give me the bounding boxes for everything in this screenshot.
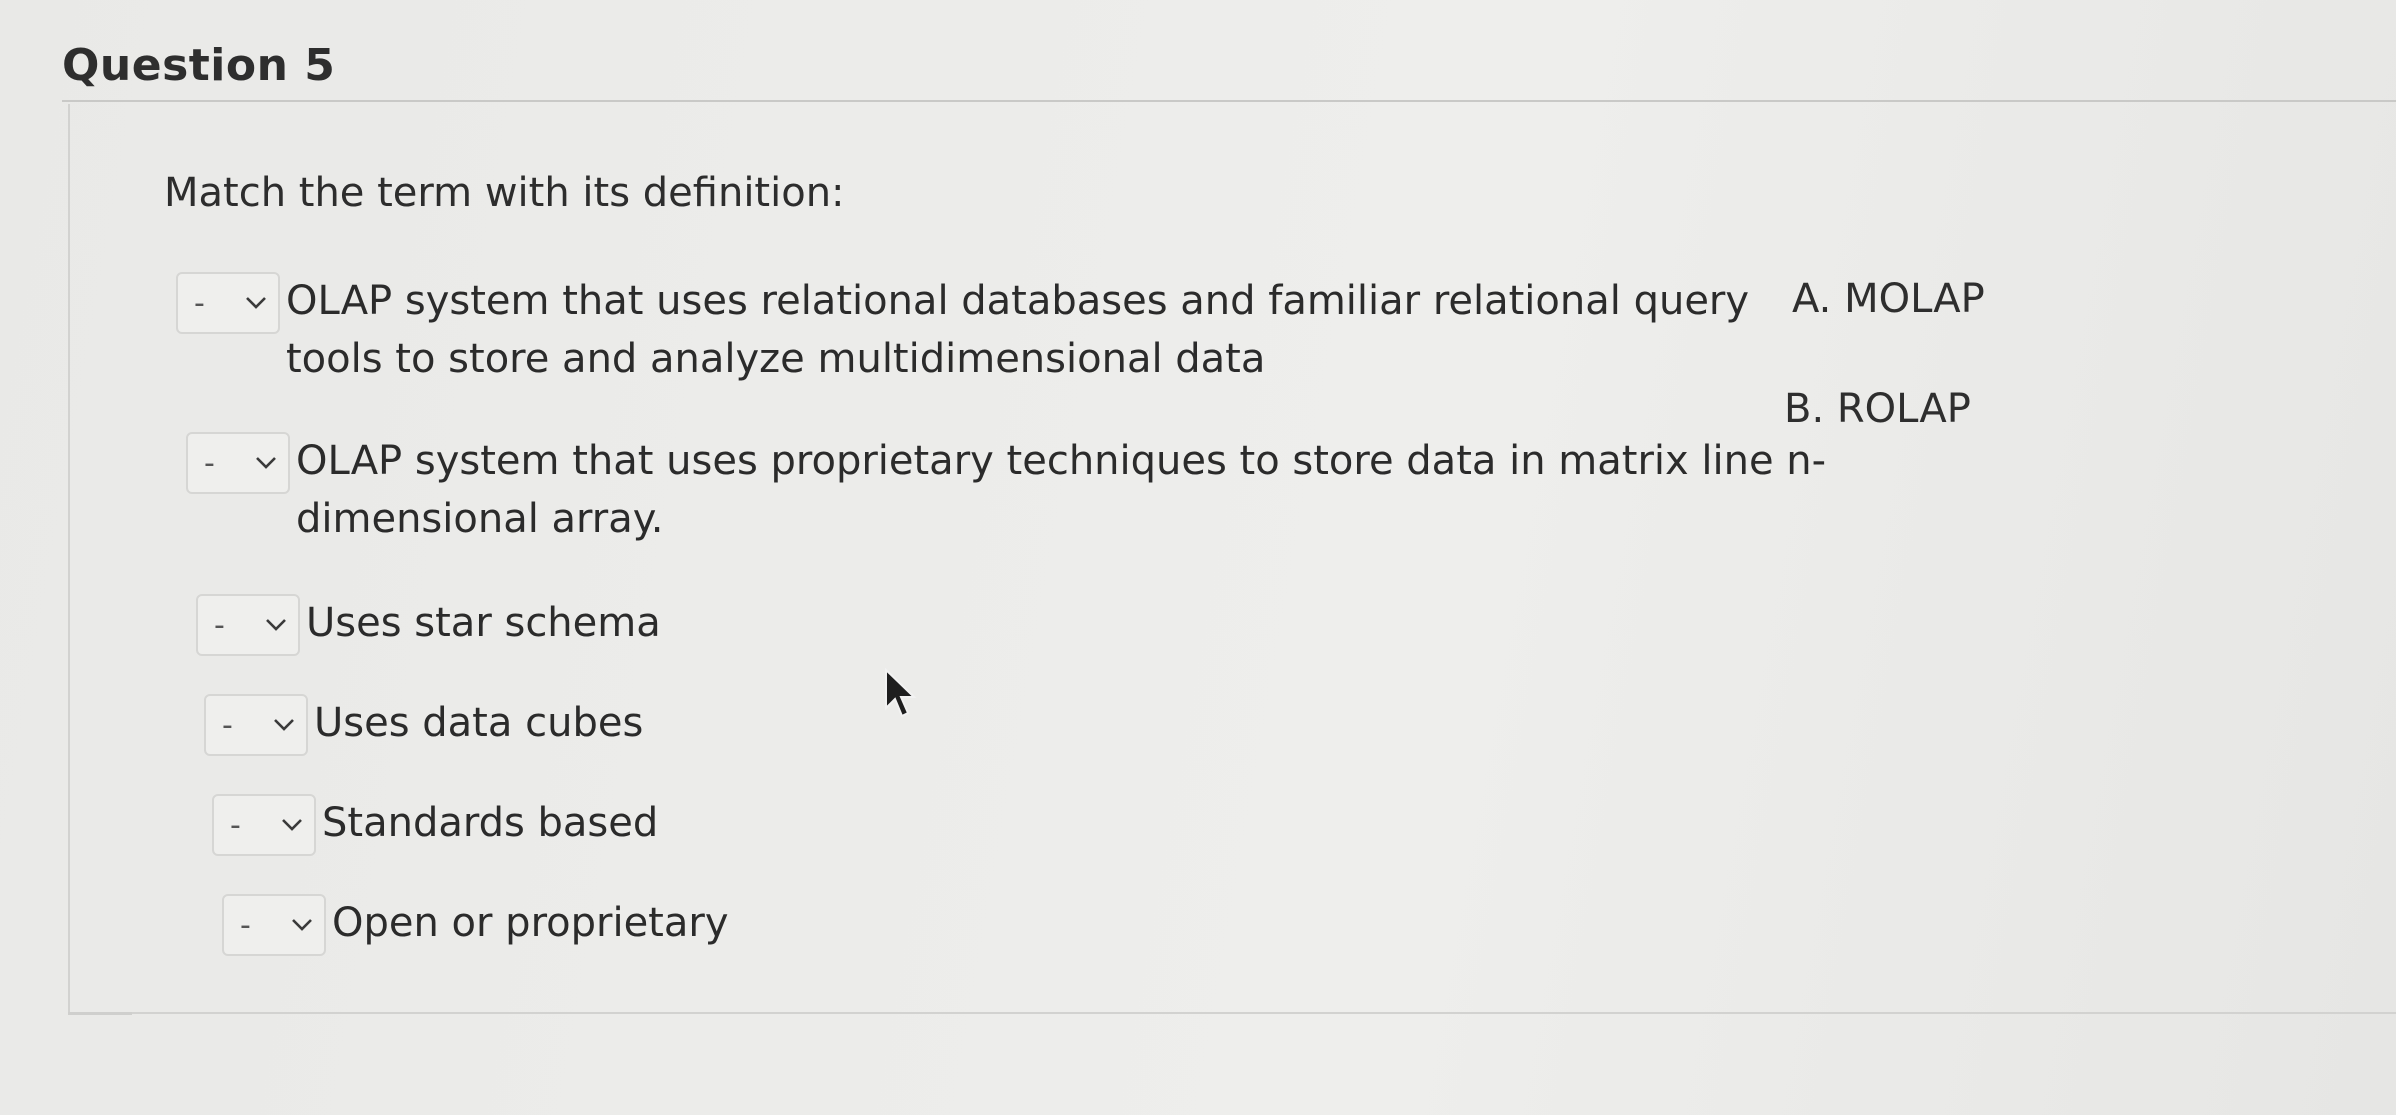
term-line: Standards based <box>322 800 659 846</box>
select-value: - <box>204 445 215 481</box>
card-corner-accent <box>68 1012 132 1015</box>
term-line: Uses data cubes <box>314 700 644 746</box>
question-card <box>68 104 2396 1014</box>
match-row: - OLAP system that uses relational datab… <box>176 272 1749 388</box>
term-text: Uses star schema <box>306 594 661 652</box>
term-text: Uses data cubes <box>314 694 643 752</box>
chevron-down-icon <box>246 297 266 309</box>
term-line: dimensional array. <box>296 496 664 542</box>
match-select-2[interactable]: - <box>186 432 290 494</box>
chevron-down-icon <box>292 919 312 931</box>
term-line: tools to store and analyze multidimensio… <box>286 336 1266 382</box>
match-row: - Open or proprietary <box>222 894 728 956</box>
match-select-5[interactable]: - <box>212 794 316 856</box>
term-text: OLAP system that uses relational databas… <box>286 272 1749 388</box>
header-divider <box>62 100 2396 102</box>
term-text: Standards based <box>322 794 658 852</box>
select-value: - <box>214 607 225 643</box>
chevron-down-icon <box>256 457 276 469</box>
match-row: - Uses data cubes <box>204 694 643 756</box>
match-row: - Uses star schema <box>196 594 661 656</box>
term-line: OLAP system that uses proprietary techni… <box>296 438 1827 484</box>
chevron-down-icon <box>282 819 302 831</box>
match-select-6[interactable]: - <box>222 894 326 956</box>
option-a: A. MOLAP <box>1792 276 1985 322</box>
select-value: - <box>222 707 233 743</box>
match-row: - Standards based <box>212 794 658 856</box>
term-text: OLAP system that uses proprietary techni… <box>296 432 1826 548</box>
select-value: - <box>240 907 251 943</box>
select-value: - <box>230 807 241 843</box>
term-text: Open or proprietary <box>332 894 728 952</box>
match-select-3[interactable]: - <box>196 594 300 656</box>
term-line: Uses star schema <box>306 600 661 646</box>
match-select-4[interactable]: - <box>204 694 308 756</box>
select-value: - <box>194 285 205 321</box>
chevron-down-icon <box>274 719 294 731</box>
match-select-1[interactable]: - <box>176 272 280 334</box>
question-title: Question 5 <box>62 40 336 91</box>
term-line: Open or proprietary <box>332 900 729 946</box>
question-prompt: Match the term with its definition: <box>164 170 845 216</box>
option-b: B. ROLAP <box>1784 386 1971 432</box>
term-line: OLAP system that uses relational databas… <box>286 278 1750 324</box>
chevron-down-icon <box>266 619 286 631</box>
mouse-cursor-icon <box>885 668 917 718</box>
match-row: - OLAP system that uses proprietary tech… <box>186 432 1826 548</box>
